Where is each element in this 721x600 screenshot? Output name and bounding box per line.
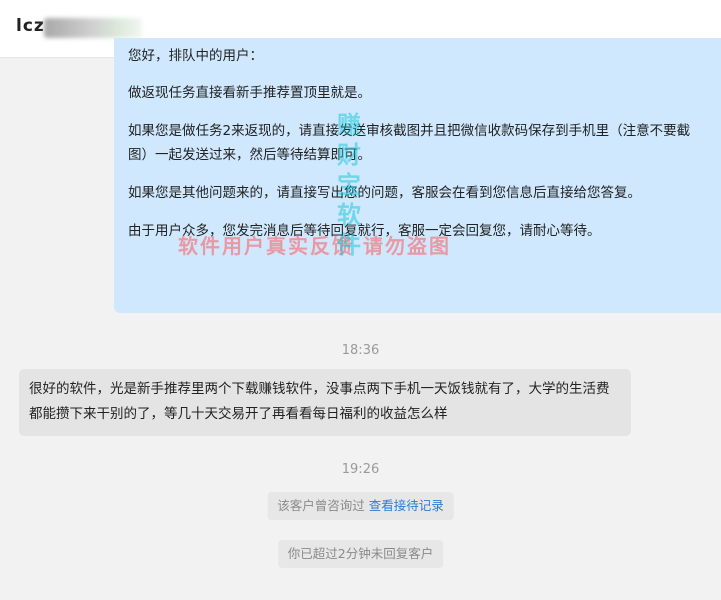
message-timestamp: 19:26 <box>341 462 380 477</box>
outgoing-line: 做返现任务直接看新手推荐置顶里就是。 <box>128 85 371 101</box>
system-notice-text: 该客户曾咨询过 <box>277 498 365 513</box>
outgoing-line: 如果您是其他问题来的，请直接写出您的问题，客服会在看到您信息后直接给您答复。 <box>128 185 641 201</box>
outgoing-message-bubble: 您好，排队中的用户： 做返现任务直接看新手推荐置顶里就是。 如果您是做任务2来返… <box>114 38 721 313</box>
watermark-vertical-text: 赚财宝软件 <box>337 111 361 259</box>
redacted-name-blur <box>44 18 142 38</box>
system-notice-history: 该客户曾咨询过 查看接待记录 <box>267 492 454 520</box>
message-timestamp: 18:36 <box>341 343 380 358</box>
contact-name: lcz <box>16 16 45 36</box>
outgoing-line: 如果您是做任务2来返现的，请直接发送审核截图并且把微信收款码保存到手机里（注意不… <box>128 123 691 163</box>
outgoing-line: 您好，排队中的用户： <box>128 48 263 64</box>
incoming-message-bubble: 很好的软件，光是新手推荐里两个下载赚钱软件，没事点两下手机一天饭钱就有了，大学的… <box>19 369 631 436</box>
system-notice-no-reply: 你已超过2分钟未回复客户 <box>277 540 444 568</box>
view-reception-record-link[interactable]: 查看接待记录 <box>369 498 444 513</box>
watermark-text: 软件用户真实反馈 请勿盗图 <box>178 234 451 258</box>
